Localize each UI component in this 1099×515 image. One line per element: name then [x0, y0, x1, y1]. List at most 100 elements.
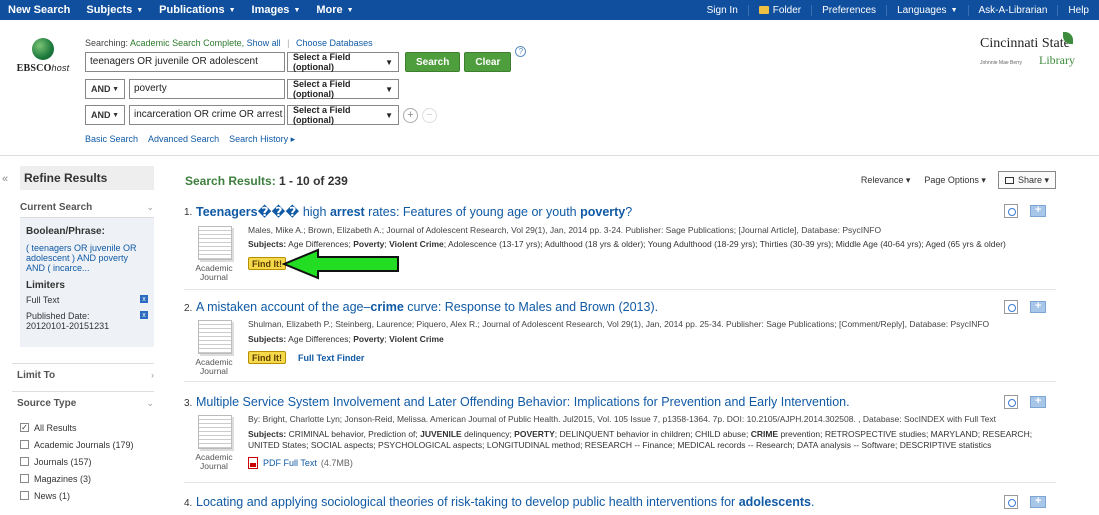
find-it-button[interactable]: Find It! — [248, 351, 286, 364]
show-all-link[interactable]: Show all — [247, 38, 281, 48]
checkbox[interactable] — [20, 457, 29, 466]
result-title-link[interactable]: Teenagers��� high arrest rates: Features… — [196, 204, 632, 219]
checkbox[interactable] — [20, 474, 29, 483]
ebsco-globe-icon — [32, 38, 54, 60]
collapse-panel-icon[interactable]: « — [2, 173, 8, 185]
result-item: 2. A mistaken account of the age–crime c… — [184, 300, 1056, 382]
add-row-icon[interactable]: + — [403, 107, 418, 123]
nav-images[interactable]: Images ▼ — [244, 4, 309, 16]
nav-sign-in[interactable]: Sign In — [697, 5, 748, 16]
nav-help[interactable]: Help — [1057, 4, 1099, 16]
find-it-button[interactable]: Find It! — [248, 257, 286, 270]
field-select-3[interactable]: Select a Field (optional) ▼ — [287, 105, 399, 125]
top-nav-bar: New Search Subjects ▼ Publications ▼ Image… — [0, 0, 1099, 20]
preview-magnifier-icon[interactable] — [1004, 395, 1018, 409]
search-input-1[interactable]: teenagers OR juvenile OR adolescent — [85, 52, 285, 72]
field-select-2[interactable]: Select a Field (optional) ▼ — [287, 79, 399, 99]
result-citation: Shulman, Elizabeth P.; Steinberg, Lauren… — [248, 319, 990, 329]
folder-icon — [758, 6, 769, 14]
choose-databases-link[interactable]: Choose Databases — [296, 38, 373, 48]
checkbox-checked[interactable]: ✓ — [20, 423, 29, 432]
result-title-link[interactable]: Multiple Service System Involvement and … — [196, 395, 850, 409]
checkbox[interactable] — [20, 440, 29, 449]
help-icon[interactable]: ? — [515, 46, 527, 57]
caret-down-icon: ▼ — [293, 6, 301, 14]
boolean-operator-select-2[interactable]: AND ▼ — [85, 79, 125, 99]
search-header: EBSCOhost Searching: Academic Search Com… — [0, 20, 1099, 156]
nav-subjects[interactable]: Subjects ▼ — [78, 4, 151, 16]
refine-results-panel: Refine Results Current Search ⌄ Boolean/P… — [12, 166, 154, 504]
doctype-label: Academic Journal — [195, 357, 233, 376]
source-type-section[interactable]: Source Type ⌄ — [12, 392, 154, 413]
search-button[interactable]: Search — [405, 52, 461, 72]
search-input-2[interactable]: poverty — [129, 79, 285, 99]
source-news[interactable]: News (1) — [20, 487, 148, 504]
nav-new-search[interactable]: New Search — [0, 4, 78, 16]
library-logo[interactable]: Cincinnati State Johnnie Mae Berry Librar… — [980, 32, 1075, 68]
page-options[interactable]: Page Options ▾ — [924, 175, 986, 186]
source-all-results[interactable]: ✓ All Results — [20, 419, 148, 436]
source-magazines[interactable]: Magazines (3) — [20, 470, 148, 487]
search-history-link[interactable]: Search History ▸ — [229, 134, 295, 145]
searching-label: Searching: Academic Search Complete, Sho… — [85, 38, 373, 48]
boolean-operator-select-3[interactable]: AND ▼ — [85, 105, 125, 125]
advanced-search-link[interactable]: Advanced Search — [148, 134, 219, 145]
full-text-finder-link[interactable]: Full Text Finder — [298, 353, 364, 363]
dropdown-arrow-icon: ▼ — [385, 84, 393, 94]
basic-search-link[interactable]: Basic Search — [85, 134, 138, 145]
add-to-folder-icon[interactable] — [1030, 300, 1046, 313]
clear-button[interactable]: Clear — [464, 52, 512, 72]
add-to-folder-icon[interactable] — [1030, 495, 1046, 508]
database-name: Academic Search Complete, — [130, 38, 245, 48]
pdf-full-text-link[interactable]: PDF Full Text — [263, 458, 317, 468]
nav-more[interactable]: More ▼ — [308, 4, 361, 16]
result-title-link[interactable]: Locating and applying sociological theor… — [196, 495, 814, 509]
share-button[interactable]: Share ▾ — [997, 171, 1056, 189]
current-search-box: Boolean/Phrase: ( teenagers OR juvenile … — [20, 217, 154, 347]
remove-limiter-icon[interactable]: x — [140, 311, 148, 319]
chevron-down-icon: ⌄ — [146, 202, 154, 212]
results-toolbar: Relevance ▾ Page Options ▾ Share ▾ — [847, 171, 1056, 189]
chevron-down-icon: ⌄ — [146, 398, 154, 408]
dropdown-arrow-icon: ▼ — [385, 57, 393, 67]
nav-preferences[interactable]: Preferences — [811, 4, 886, 16]
checkbox[interactable] — [20, 491, 29, 500]
add-to-folder-icon[interactable] — [1030, 204, 1046, 217]
add-to-folder-icon[interactable] — [1030, 395, 1046, 408]
document-icon[interactable] — [198, 415, 232, 449]
search-row-1: teenagers OR juvenile OR adolescent Sele… — [85, 46, 527, 72]
nav-languages[interactable]: Languages ▼ — [886, 4, 967, 16]
ebsco-logo[interactable]: EBSCOhost — [12, 38, 74, 74]
limit-to-section[interactable]: Limit To › — [12, 364, 154, 385]
current-search-section[interactable]: Current Search ⌄ — [12, 190, 154, 217]
relevance-sort[interactable]: Relevance ▾ — [861, 175, 911, 186]
preview-magnifier-icon[interactable] — [1004, 495, 1018, 509]
nav-publications[interactable]: Publications ▼ — [151, 4, 243, 16]
boolean-phrase-link[interactable]: ( teenagers OR juvenile OR adolescent ) … — [26, 243, 138, 273]
dropdown-arrow-icon: ▼ — [385, 110, 393, 120]
remove-row-icon[interactable]: − — [422, 107, 437, 123]
source-journals[interactable]: Journals (157) — [20, 453, 148, 470]
result-citation: By: Bright, Charlotte Lyn; Jonson-Reid, … — [248, 414, 996, 424]
result-subjects: Subjects: CRIMINAL behavior, Prediction … — [248, 429, 1033, 450]
pdf-full-text[interactable]: PDF Full Text (4.7MB) — [248, 457, 353, 469]
search-input-3[interactable]: incarceration OR crime OR arrest — [129, 105, 285, 125]
result-citation: Males, Mike A.; Brown, Elizabeth A.; Jou… — [248, 225, 882, 235]
result-title-link[interactable]: A mistaken account of the age–crime curv… — [196, 300, 658, 314]
annotation-arrow-icon — [282, 248, 399, 280]
remove-limiter-icon[interactable]: x — [140, 295, 148, 303]
source-academic-journals[interactable]: Academic Journals (179) — [20, 436, 148, 453]
result-item: 3. Multiple Service System Involvement a… — [184, 395, 1056, 483]
document-icon[interactable] — [198, 226, 232, 260]
result-subjects: Subjects: Age Differences; Poverty; Viol… — [248, 334, 444, 344]
results-count: Search Results: 1 - 10 of 239 — [185, 174, 348, 188]
document-icon[interactable] — [198, 320, 232, 354]
caret-down-icon: ▼ — [346, 6, 354, 14]
caret-down-icon: ▼ — [228, 6, 236, 14]
field-select-1[interactable]: Select a Field (optional) ▼ — [287, 52, 399, 72]
nav-folder[interactable]: Folder — [747, 4, 811, 16]
search-mode-links: Basic Search Advanced Search Search Hist… — [85, 134, 295, 145]
nav-ask-librarian[interactable]: Ask-A-Librarian — [967, 4, 1058, 16]
preview-magnifier-icon[interactable] — [1004, 300, 1018, 314]
preview-magnifier-icon[interactable] — [1004, 204, 1018, 218]
